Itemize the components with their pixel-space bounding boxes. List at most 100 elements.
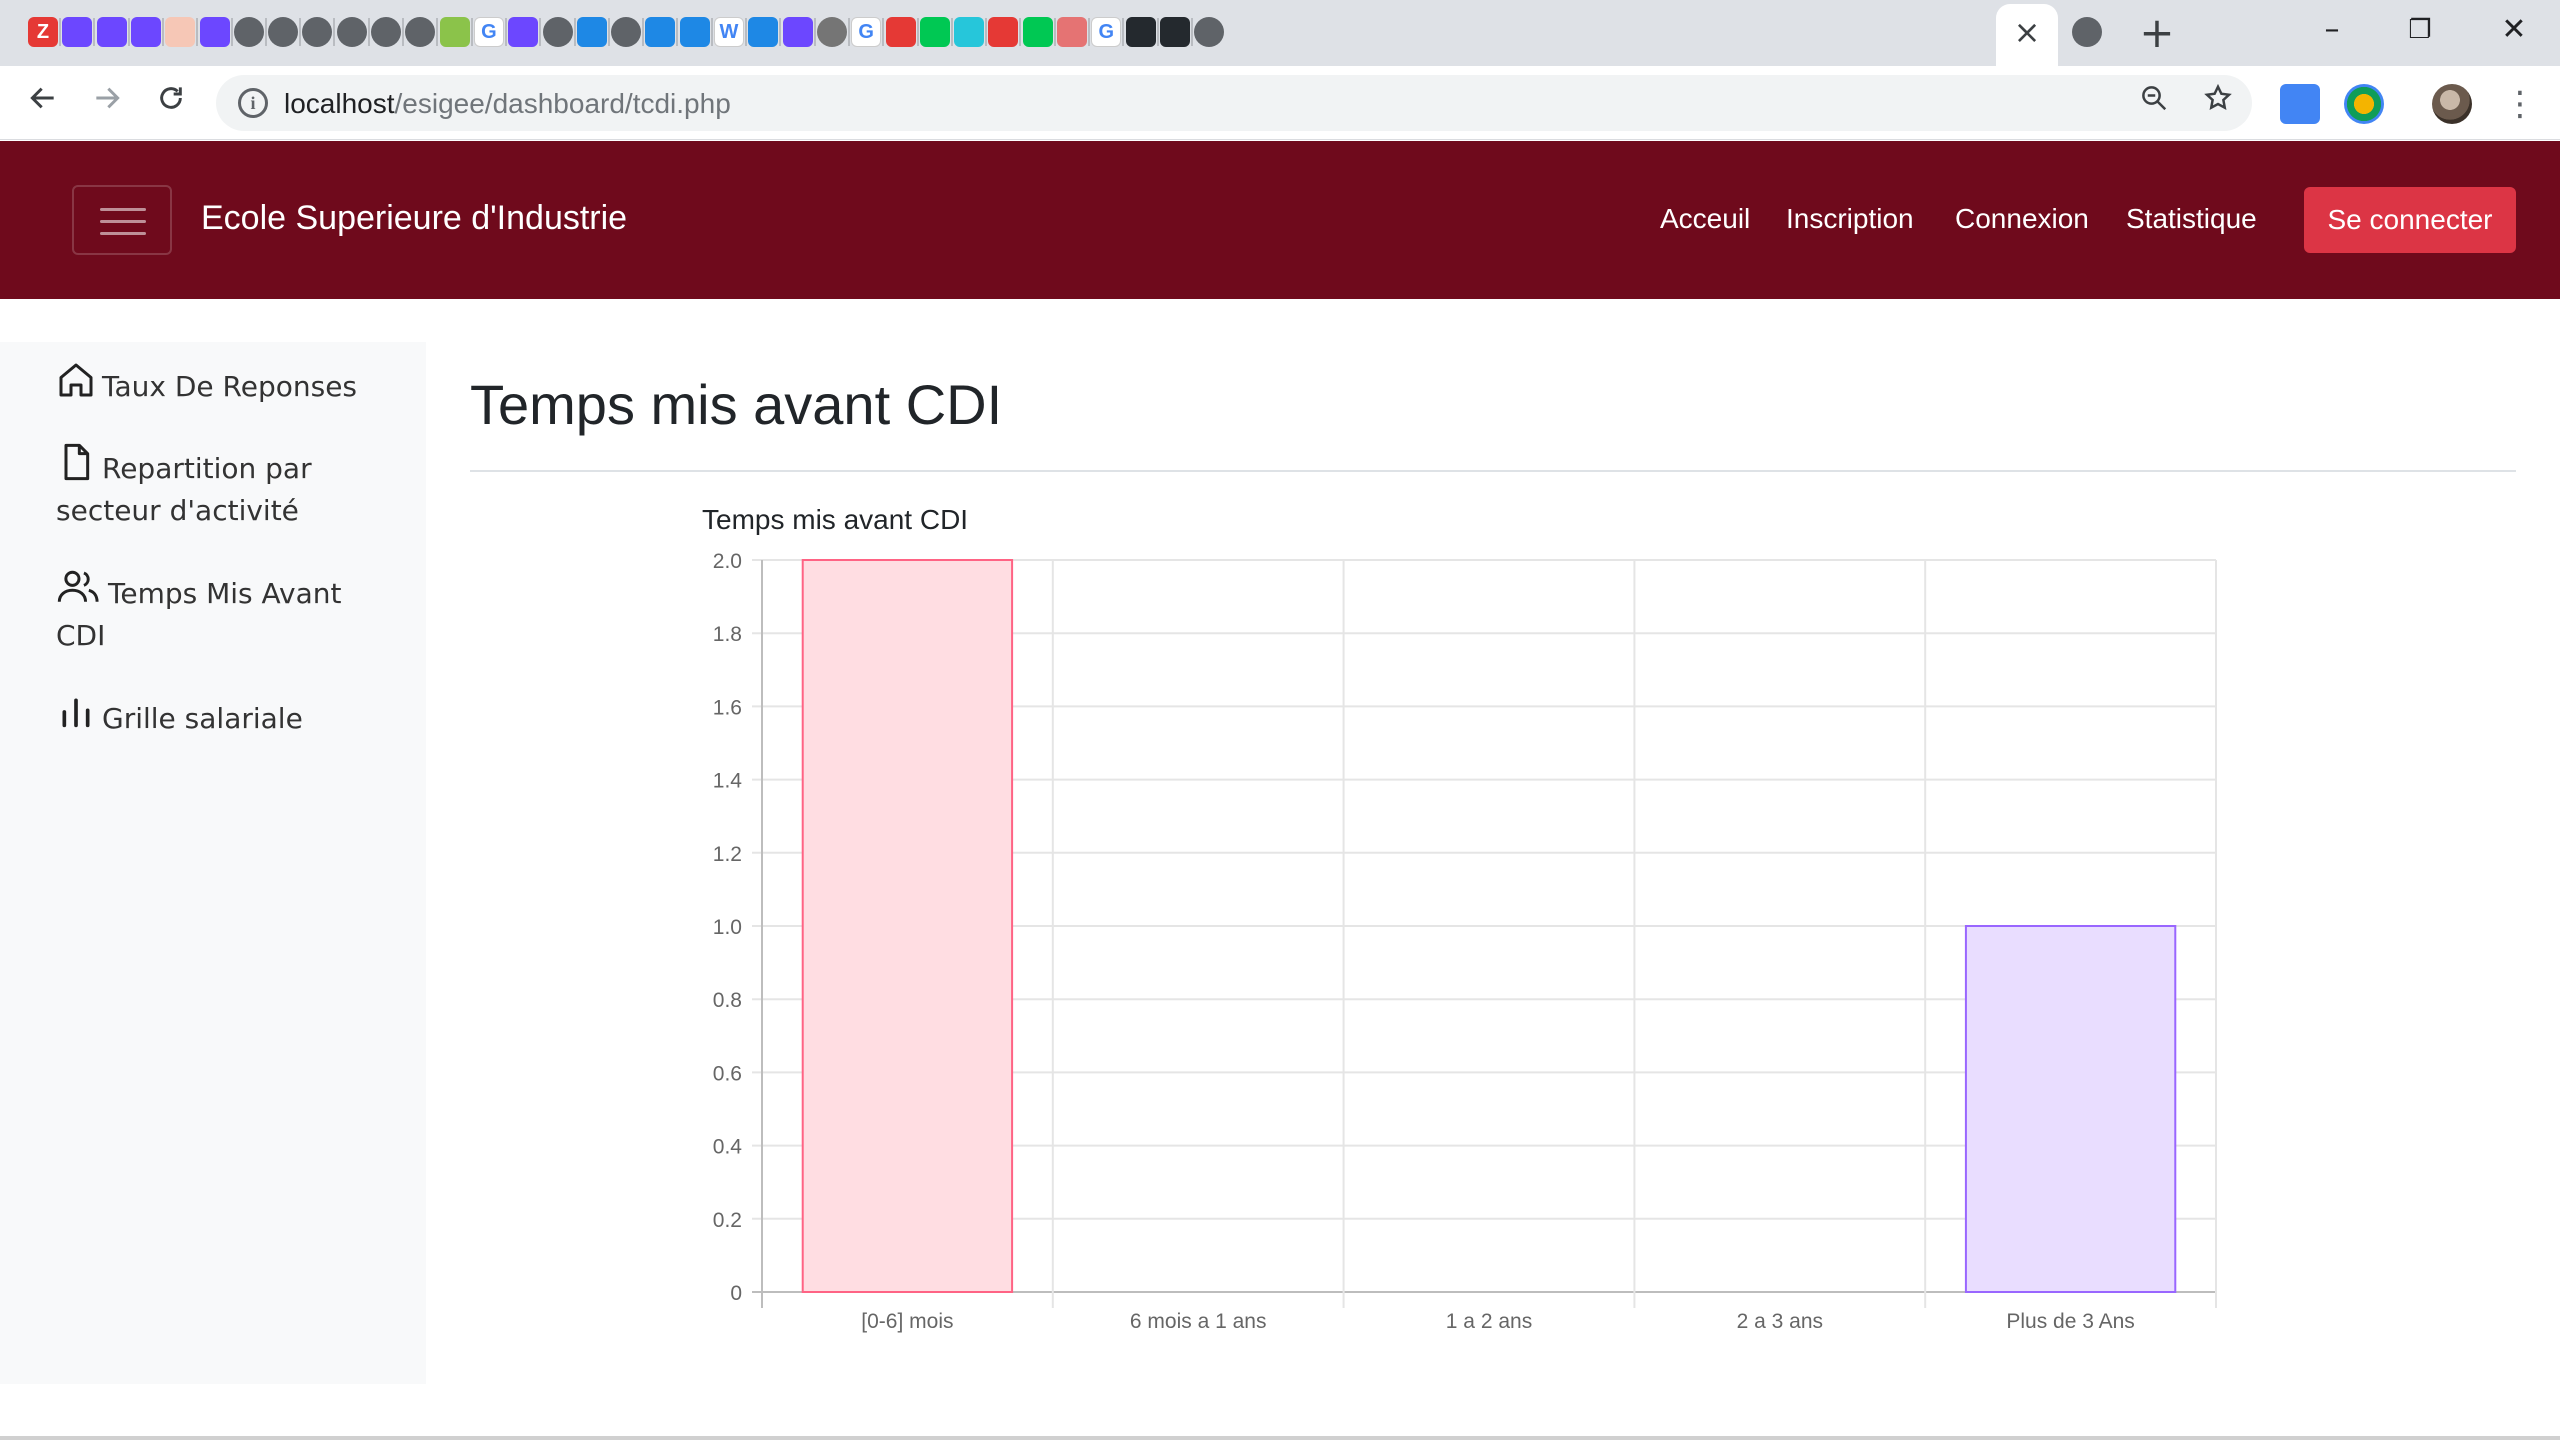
tab-separator <box>882 18 885 46</box>
sidebar-item-label: Grille salariale <box>102 702 303 735</box>
chart-title: Temps mis avant CDI <box>702 504 969 535</box>
tab-separator <box>813 18 816 46</box>
url-text[interactable]: localhost/esigee/dashboard/tcdi.php <box>284 88 731 120</box>
tab-favicon-icon[interactable] <box>165 17 196 47</box>
y-tick-label: 2.0 <box>713 550 742 573</box>
tab-favicon-icon[interactable] <box>1022 17 1053 47</box>
home-icon <box>59 363 93 397</box>
tab-separator <box>504 18 507 46</box>
tab-favicon-icon[interactable] <box>439 17 470 47</box>
tab-separator <box>985 18 988 46</box>
tab-favicon-icon[interactable]: G <box>1091 17 1122 47</box>
tab-favicon-icon[interactable]: G <box>473 17 504 47</box>
tab-favicon-icon[interactable] <box>748 17 779 47</box>
reload-icon[interactable] <box>146 78 196 128</box>
close-window-icon[interactable]: ✕ <box>2484 8 2544 52</box>
translate-extension-icon[interactable] <box>2280 84 2320 124</box>
nav-link-connexion[interactable]: Connexion <box>1955 203 2089 235</box>
browser-menu-icon[interactable]: ⋮ <box>2500 82 2540 126</box>
brand-title[interactable]: Ecole Superieure d'Industrie <box>201 199 627 238</box>
tab-separator <box>1088 18 1090 46</box>
tab-favicon-icon[interactable] <box>1194 17 1225 47</box>
y-tick-label: 1.8 <box>713 623 742 646</box>
y-tick-label: 1.4 <box>713 770 743 793</box>
bar <box>1964 925 2177 1293</box>
back-icon[interactable] <box>18 78 68 128</box>
tab-favicon-icon[interactable] <box>1159 17 1190 47</box>
tab-favicon-icon[interactable] <box>199 17 230 47</box>
tab-favicon-icon[interactable] <box>96 17 127 47</box>
tab-favicon-icon[interactable] <box>371 17 401 47</box>
tab-separator <box>1053 18 1056 46</box>
sidebar-item-label: Taux De Reponses <box>102 370 358 403</box>
tab-separator <box>607 18 610 46</box>
tab-favicon-icon[interactable] <box>1125 17 1156 47</box>
tab-favicon-icon[interactable] <box>679 17 710 47</box>
restore-icon[interactable]: ❐ <box>2390 8 2450 52</box>
tab-favicon-icon[interactable] <box>508 17 539 47</box>
address-bar[interactable]: i localhost/esigee/dashboard/tcdi.php <box>216 75 2252 131</box>
tab-favicon-icon[interactable] <box>233 17 264 47</box>
tab-favicon-icon[interactable] <box>782 17 813 47</box>
tab-favicon-icon[interactable] <box>919 17 950 47</box>
sidebar-item-temps-avant-cdi[interactable]: Temps Mis Avant CDI <box>56 567 386 657</box>
new-tab-button[interactable]: + <box>2134 10 2180 56</box>
tab-favicon-icon[interactable] <box>302 17 333 47</box>
tab-separator <box>573 18 576 46</box>
tab-separator <box>402 18 404 46</box>
tab-separator <box>745 18 747 46</box>
tab-favicon-icon[interactable] <box>336 17 367 47</box>
tab-favicon-icon[interactable] <box>885 17 916 47</box>
y-tick-label: 0.2 <box>713 1209 742 1232</box>
sidebar-item-grille-salariale[interactable]: Grille salariale <box>56 692 386 740</box>
tab-separator <box>950 18 953 46</box>
globe-extension-icon[interactable] <box>2344 84 2384 124</box>
profile-avatar[interactable] <box>2432 84 2472 124</box>
tab-separator <box>642 18 645 46</box>
tab-separator <box>230 18 233 46</box>
window-bottom-edge <box>0 1436 2560 1440</box>
tab-favicon-icon[interactable]: Z <box>28 17 58 47</box>
sidebar-item-repartition[interactable]: Repartition par secteur d'activité <box>56 442 386 532</box>
zoom-icon[interactable] <box>2134 83 2174 123</box>
tab-favicon-icon[interactable] <box>130 17 161 47</box>
site-info-icon[interactable]: i <box>238 88 268 118</box>
tab-favicon-icon[interactable] <box>2072 17 2102 47</box>
x-tick-label: Plus de 3 Ans <box>2006 1310 2134 1333</box>
menu-toggle-button[interactable] <box>72 185 172 255</box>
tab-favicon-icon[interactable]: W <box>714 17 744 47</box>
tab-favicon-icon[interactable] <box>645 17 676 47</box>
nav-link-statistique[interactable]: Statistique <box>2126 203 2257 235</box>
tab-favicon-icon[interactable] <box>954 17 985 47</box>
tab-favicon-icon[interactable] <box>988 17 1019 47</box>
tab-separator <box>847 18 850 46</box>
tab-favicon-icon[interactable] <box>542 17 573 47</box>
tab-favicon-icon[interactable]: G <box>851 17 882 47</box>
sidebar-item-taux-de-reponses[interactable]: Taux De Reponses <box>56 360 386 408</box>
tab-separator <box>127 18 130 46</box>
tab-separator <box>161 18 164 46</box>
tab-favicon-icon[interactable] <box>62 17 93 47</box>
users-icon <box>57 570 99 602</box>
tab-favicon-icon[interactable] <box>816 17 847 47</box>
nav-link-inscription[interactable]: Inscription <box>1786 203 1914 235</box>
tab-favicon-icon[interactable] <box>611 17 642 47</box>
login-button[interactable]: Se connecter <box>2304 187 2516 253</box>
tab-favicon-icon[interactable] <box>405 17 436 47</box>
tab-separator <box>333 18 336 46</box>
forward-icon[interactable] <box>82 78 132 128</box>
file-icon <box>64 443 90 481</box>
tab-favicon-icon[interactable] <box>576 17 607 47</box>
tab-separator <box>539 18 542 46</box>
x-tick-label: [0-6] mois <box>861 1310 953 1333</box>
bookmark-star-icon[interactable] <box>2198 83 2238 123</box>
nav-link-acceuil[interactable]: Acceuil <box>1660 203 1750 235</box>
tab-favicon-icon[interactable] <box>268 17 299 47</box>
close-tab-icon[interactable]: × <box>2010 12 2044 52</box>
y-tick-label: 0.6 <box>713 1062 742 1085</box>
tab-separator <box>59 18 61 46</box>
bar-chart: Temps mis avant CDI 0 0.2 0.4 0.6 0.8 1.0 1.2 1… <box>680 496 2240 1356</box>
tab-favicon-icon[interactable] <box>1057 17 1087 47</box>
minimize-icon[interactable]: – <box>2302 8 2362 52</box>
bar <box>801 559 1014 1293</box>
